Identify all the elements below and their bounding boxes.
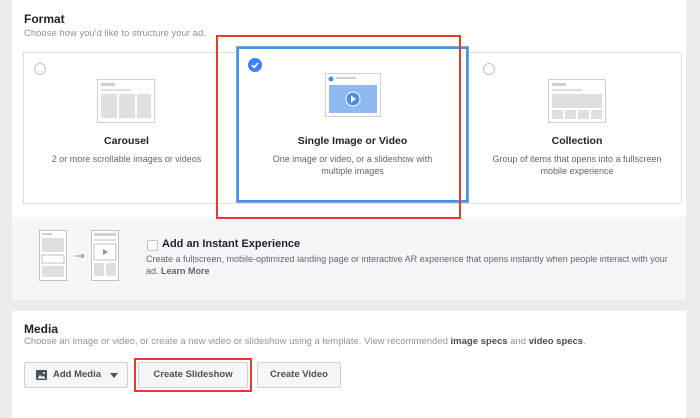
caret-down-icon [110, 373, 118, 378]
collection-description: Group of items that opens into a fullscr… [492, 154, 662, 176]
media-description-period: . [583, 336, 586, 347]
instant-experience-illustration-icon [39, 230, 119, 281]
add-media-label: Add Media [53, 369, 102, 380]
instant-experience-description-text: Create a fullscreen, mobile-optimized la… [146, 254, 668, 276]
highlight-create-slideshow [134, 358, 252, 392]
media-description: Choose an image or video, or create a ne… [24, 336, 586, 347]
create-video-button[interactable]: Create Video [257, 362, 341, 388]
highlight-single-image-option [216, 35, 461, 219]
format-option-carousel[interactable]: Carousel 2 or more scrollable images or … [24, 53, 229, 203]
format-title: Format [24, 12, 65, 26]
format-description: Choose how you'd like to structure your … [24, 28, 206, 39]
instant-experience-description: Create a fullscreen, mobile-optimized la… [146, 253, 676, 277]
format-option-collection[interactable]: Collection Group of items that opens int… [473, 53, 681, 203]
carousel-thumbnail-icon [97, 79, 155, 123]
media-description-and: and [510, 336, 527, 347]
instant-experience-checkbox[interactable] [147, 240, 158, 251]
collection-radio[interactable] [483, 63, 495, 75]
image-specs-link[interactable]: image specs [451, 336, 508, 347]
collection-title: Collection [551, 135, 603, 147]
carousel-title: Carousel [104, 135, 149, 147]
instant-experience-section: Add an Instant Experience Create a fulls… [12, 217, 686, 300]
carousel-description: 2 or more scrollable images or videos [51, 154, 202, 164]
image-icon [36, 370, 47, 380]
collection-thumbnail-icon [548, 79, 606, 123]
media-description-text: Choose an image or video, or create a ne… [24, 336, 448, 347]
instant-experience-title: Add an Instant Experience [162, 238, 301, 250]
add-media-button[interactable]: Add Media [24, 362, 128, 388]
media-title: Media [24, 322, 59, 336]
video-specs-link[interactable]: video specs [529, 336, 583, 347]
carousel-radio[interactable] [34, 63, 46, 75]
learn-more-link[interactable]: Learn More [161, 266, 210, 276]
